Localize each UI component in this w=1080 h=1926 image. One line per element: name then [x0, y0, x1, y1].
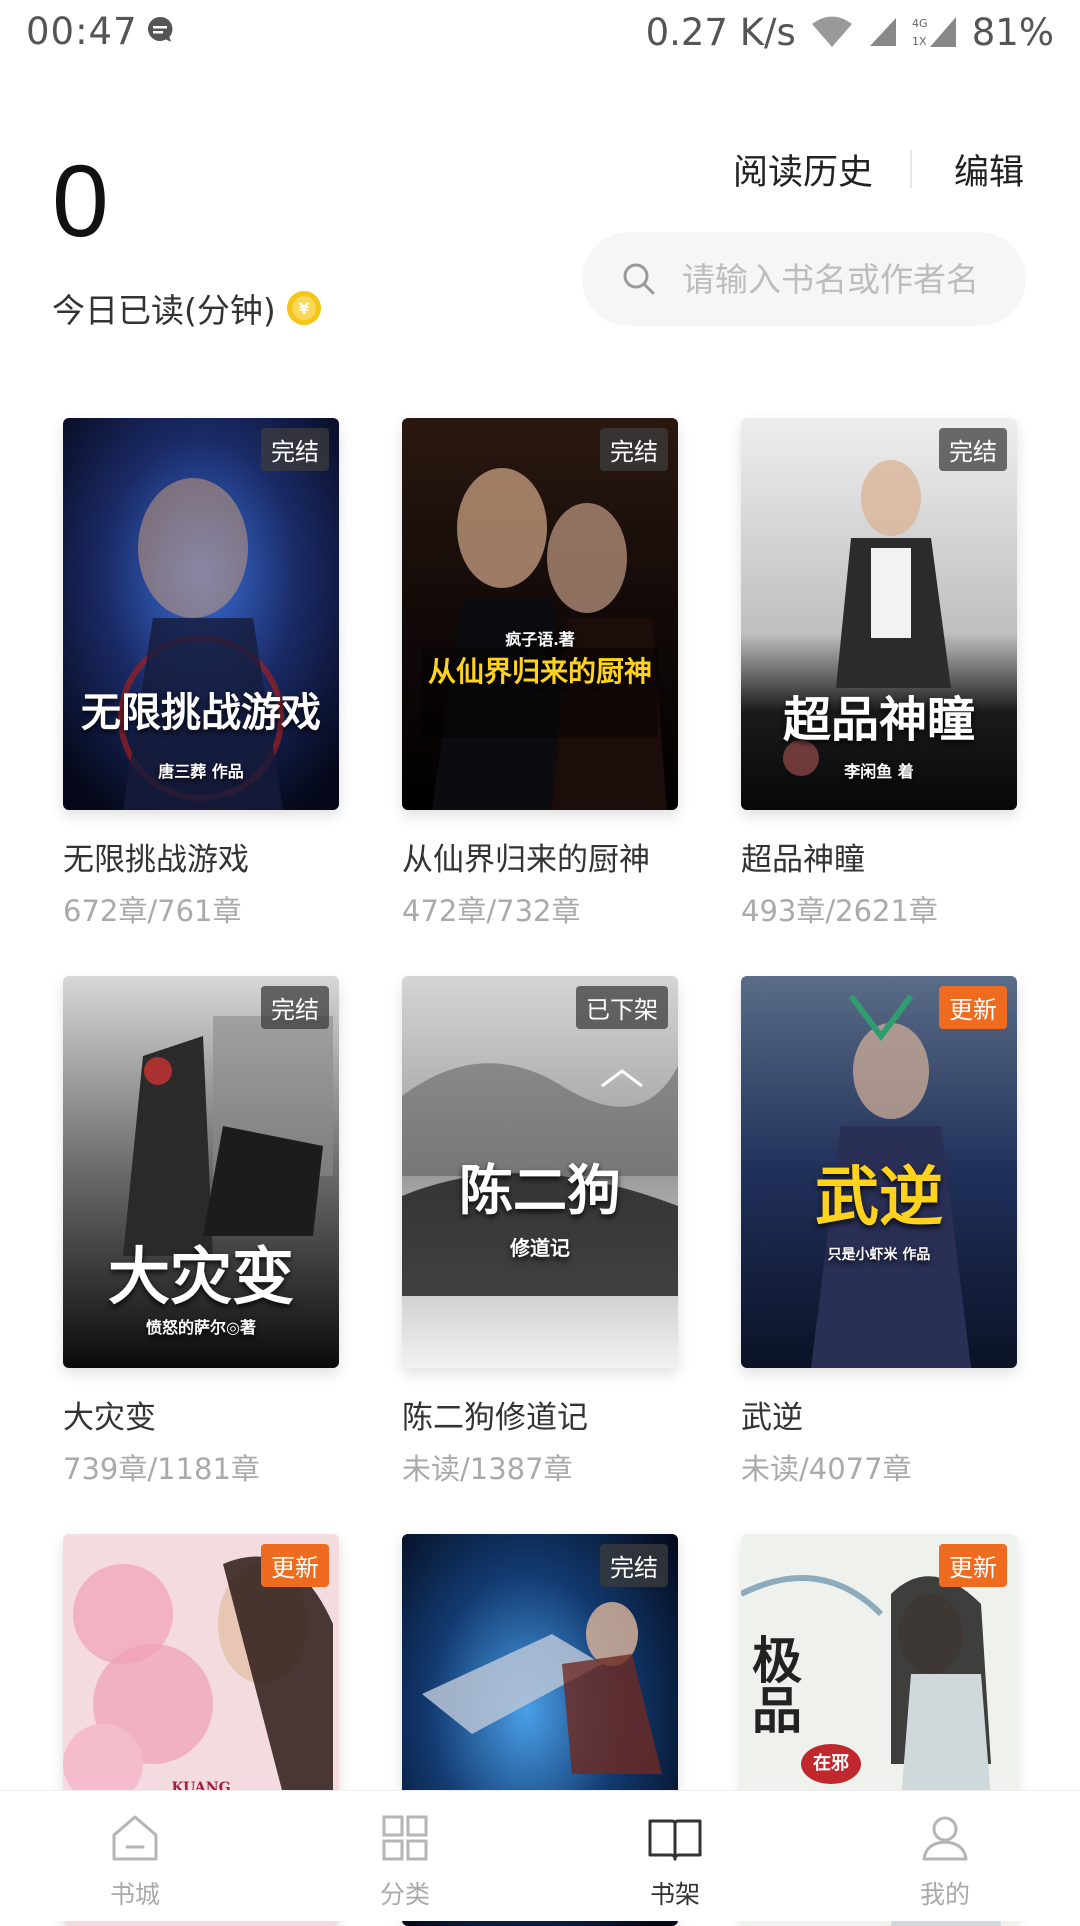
message-notification-icon	[148, 16, 173, 42]
cover-title-text: 武逆	[815, 1160, 943, 1235]
category-icon	[382, 1815, 428, 1861]
status-badge: 完结	[261, 986, 329, 1029]
book-progress: 493章/2621章	[741, 894, 938, 928]
network-type-label: 4G	[912, 17, 928, 30]
nav-bookstore[interactable]: 书城	[0, 1791, 270, 1921]
nav-label: 书城	[109, 1880, 160, 1909]
net-speed: 0.27 K/s	[645, 10, 796, 54]
cover-author-text: 愤怒的萨尔◎著	[146, 1318, 256, 1337]
network-sub-label: 1X	[912, 35, 927, 48]
cover-title-text: 超品神瞳	[782, 692, 975, 748]
minutes-read-label: 今日已读(分钟)	[52, 291, 276, 330]
svg-text:¥: ¥	[298, 299, 309, 318]
cover-author-text: 只是小虾米 作品	[827, 1247, 931, 1263]
cover-title-text: 极品	[744, 1634, 803, 1734]
book-progress: 未读/4077章	[741, 1452, 912, 1486]
nav-bookshelf[interactable]: 书架	[540, 1791, 810, 1921]
status-badge: 完结	[600, 428, 668, 471]
signal-4g-icon: 4G 1X	[912, 17, 956, 48]
book-cover[interactable]: 武逆 只是小虾米 作品 更新	[741, 976, 1017, 1368]
book-title[interactable]: 从仙界归来的厨神	[402, 834, 650, 879]
coin-icon[interactable]: ¥	[286, 290, 322, 326]
book-cover[interactable]: 陈二狗 修道记 已下架	[402, 976, 678, 1368]
book-title[interactable]: 陈二狗修道记	[402, 1392, 588, 1437]
cover-title-text: 从仙界归来的厨神	[427, 655, 652, 688]
book-title[interactable]: 大灾变	[63, 1392, 156, 1437]
nav-label: 书架	[649, 1880, 700, 1909]
nav-label: 我的	[919, 1880, 970, 1909]
book-cover[interactable]: 从仙界归来的厨神 疯子语.著 完结	[402, 418, 678, 810]
cover-author-text: 修道记	[510, 1236, 570, 1260]
signal-icon	[869, 18, 896, 46]
wifi-icon	[811, 16, 852, 47]
book-progress: 未读/1387章	[402, 1452, 573, 1486]
cover-title-text: 无限挑战游戏	[81, 689, 321, 736]
nav-category[interactable]: 分类	[270, 1791, 540, 1921]
minutes-read-value: 0	[52, 144, 109, 258]
status-time: 00:47	[26, 10, 138, 53]
profile-icon	[922, 1816, 968, 1861]
status-badge: 更新	[939, 1544, 1007, 1587]
bottom-navigation: 书城 分类 书架 我的	[0, 1790, 1080, 1921]
status-badge: 更新	[939, 986, 1007, 1029]
cover-title-text: 陈二狗	[459, 1158, 621, 1222]
battery-level: 81%	[971, 10, 1054, 54]
minutes-read-label-row: 今日已读(分钟) ¥	[52, 284, 322, 332]
book-cover[interactable]: 超品神瞳 李闲鱼 着 完结	[741, 418, 1017, 810]
cover-title-text: 大灾变	[107, 1240, 294, 1313]
status-badge: 更新	[261, 1544, 329, 1587]
book-cover[interactable]: 无限挑战游戏 唐三葬 作品 完结	[63, 418, 339, 810]
book-progress: 472章/732章	[402, 894, 581, 928]
search-icon	[623, 263, 655, 295]
status-badge: 已下架	[576, 986, 668, 1029]
book-progress: 672章/761章	[63, 894, 242, 928]
reading-history-link[interactable]: 阅读历史	[733, 144, 873, 195]
book-progress: 739章/1181章	[63, 1452, 260, 1486]
status-badge: 完结	[261, 428, 329, 471]
header-divider	[910, 150, 912, 188]
book-cover[interactable]: 大灾变 愤怒的萨尔◎著 完结	[63, 976, 339, 1368]
cover-author-text: 唐三葬 作品	[158, 762, 244, 781]
book-title[interactable]: 无限挑战游戏	[63, 834, 249, 879]
bookstore-icon	[112, 1815, 158, 1861]
status-bar: 00:47 0.27 K/s 4G 1X 81%	[0, 0, 1080, 64]
cover-author-text: 疯子语.著	[505, 630, 575, 649]
bookshelf-icon	[648, 1819, 702, 1861]
edit-button[interactable]: 编辑	[954, 144, 1024, 195]
cover-author-text: 李闲鱼 着	[844, 762, 914, 781]
status-badge: 完结	[939, 428, 1007, 471]
search-input[interactable]	[680, 258, 1024, 300]
status-badge: 完结	[600, 1544, 668, 1587]
book-title[interactable]: 超品神瞳	[741, 834, 865, 879]
cover-author-text: 在邪	[801, 1744, 861, 1784]
status-indicators: 0.27 K/s 4G 1X 81%	[646, 10, 1054, 54]
nav-label: 分类	[379, 1880, 430, 1909]
search-box[interactable]	[582, 232, 1026, 326]
nav-profile[interactable]: 我的	[810, 1791, 1080, 1921]
book-title[interactable]: 武逆	[741, 1392, 803, 1437]
